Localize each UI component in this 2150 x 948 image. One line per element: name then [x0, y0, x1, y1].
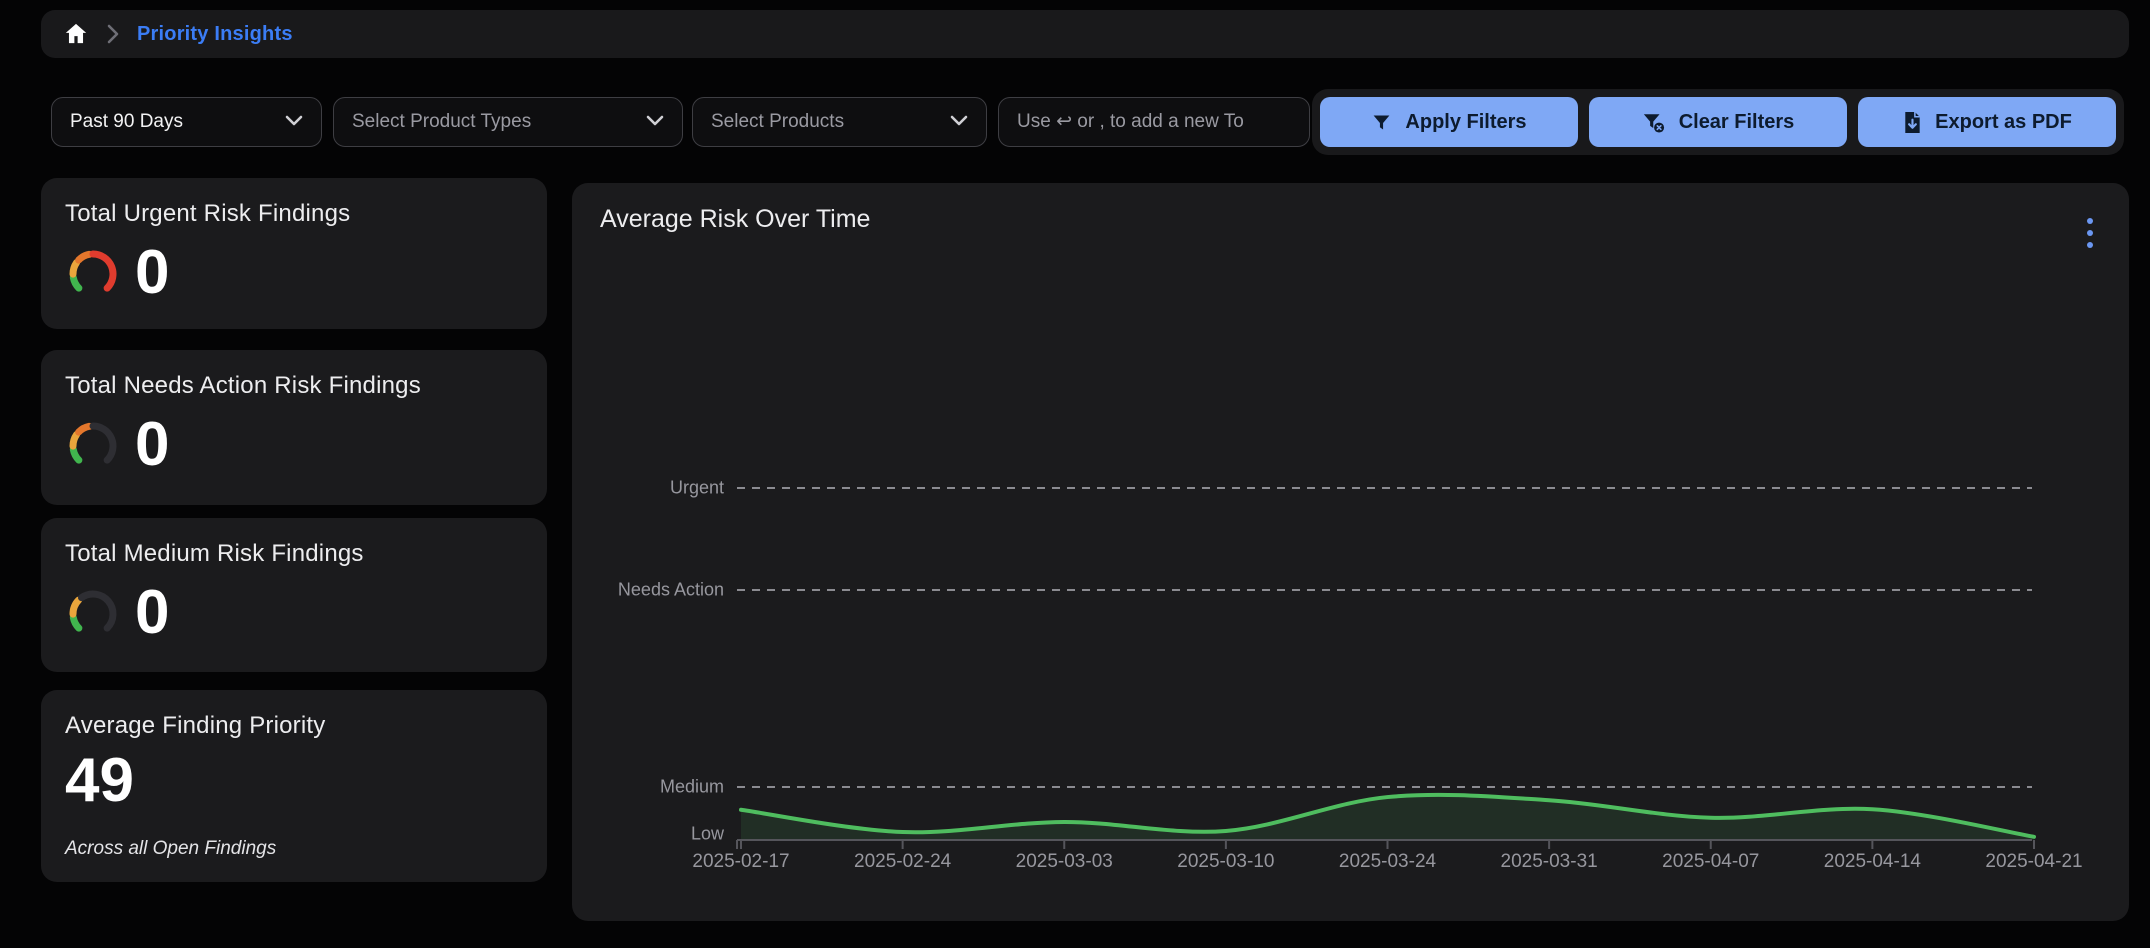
y-axis-label: Low: [584, 824, 724, 845]
priority-insights-page: Priority Insights Past 90 Days Select Pr…: [0, 0, 2150, 948]
home-icon[interactable]: [63, 21, 89, 47]
gauge-icon: [65, 243, 121, 303]
card-average-priority: Average Finding Priority 49 Across all O…: [41, 690, 547, 882]
x-axis-label: 2025-02-17: [692, 851, 789, 873]
card-value: 0: [135, 582, 169, 644]
x-axis-label: 2025-02-24: [854, 851, 951, 873]
x-axis-label: 2025-03-24: [1339, 851, 1436, 873]
card-title: Total Medium Risk Findings: [65, 540, 523, 568]
chevron-down-icon: [646, 113, 664, 131]
chevron-right-icon: [106, 23, 120, 45]
chevron-down-icon: [285, 113, 303, 131]
card-total-needs-action: Total Needs Action Risk Findings 0: [41, 350, 547, 505]
x-axis-label: 2025-04-07: [1662, 851, 1759, 873]
filter-clear-icon: [1642, 111, 1666, 134]
export-pdf-button[interactable]: Export as PDF: [1858, 97, 2116, 147]
products-placeholder: Select Products: [711, 111, 844, 133]
gauge-icon: [65, 583, 121, 643]
tag-input[interactable]: [998, 97, 1310, 147]
risk-over-time-panel: Average Risk Over Time UrgentNeeds Actio…: [572, 183, 2129, 921]
card-value: 0: [135, 414, 169, 476]
x-axis-label: 2025-03-10: [1177, 851, 1274, 873]
y-axis-label: Needs Action: [584, 580, 724, 601]
y-axis-label: Medium: [584, 777, 724, 798]
breadcrumb-current[interactable]: Priority Insights: [137, 23, 293, 46]
gauge-icon: [65, 415, 121, 475]
product-types-placeholder: Select Product Types: [352, 111, 531, 133]
y-axis-label: Urgent: [584, 478, 724, 499]
filter-icon: [1371, 112, 1392, 133]
breadcrumb: Priority Insights: [41, 10, 2129, 58]
average-risk-chart: [572, 183, 2129, 921]
filter-actions-group: Apply Filters Clear Filters Export as: [1312, 89, 2124, 155]
card-title: Total Needs Action Risk Findings: [65, 372, 523, 400]
x-axis-label: 2025-03-31: [1501, 851, 1598, 873]
date-range-select[interactable]: Past 90 Days: [51, 97, 322, 147]
card-title: Average Finding Priority: [65, 712, 523, 740]
file-download-icon: [1902, 111, 1922, 134]
clear-filters-button[interactable]: Clear Filters: [1589, 97, 1847, 147]
card-value: 0: [135, 242, 169, 304]
card-total-medium: Total Medium Risk Findings 0: [41, 518, 547, 672]
x-axis-label: 2025-04-21: [1985, 851, 2082, 873]
apply-filters-button[interactable]: Apply Filters: [1320, 97, 1578, 147]
chevron-down-icon: [950, 113, 968, 131]
products-select[interactable]: Select Products: [692, 97, 987, 147]
product-types-select[interactable]: Select Product Types: [333, 97, 683, 147]
card-value: 49: [65, 750, 134, 812]
card-total-urgent: Total Urgent Risk Findings 0: [41, 178, 547, 329]
date-range-value: Past 90 Days: [70, 111, 183, 133]
card-title: Total Urgent Risk Findings: [65, 200, 523, 228]
x-axis-label: 2025-04-14: [1824, 851, 1921, 873]
card-subtitle: Across all Open Findings: [65, 838, 523, 860]
x-axis-label: 2025-03-03: [1016, 851, 1113, 873]
